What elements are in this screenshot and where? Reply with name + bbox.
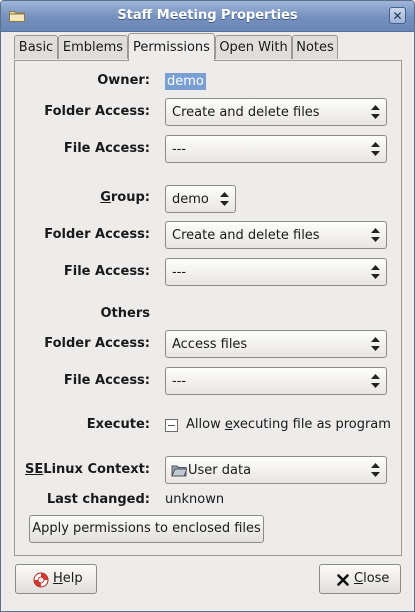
folder-icon [171, 465, 187, 477]
others-folder-access-select[interactable]: Access files [165, 330, 387, 358]
owner-folder-access-label: Folder Access: [44, 104, 150, 119]
lifebuoy-icon [33, 572, 49, 588]
text-pre: Allow [186, 417, 225, 432]
others-heading: Others [100, 306, 151, 321]
owner-file-access-label: File Access: [63, 141, 150, 156]
tab-label: Emblems [62, 40, 124, 55]
button-label: Apply permissions to enclosed files [32, 521, 261, 536]
combo-value: demo [172, 192, 209, 207]
last-changed-value: unknown [165, 492, 225, 507]
label-rest: lose [363, 571, 390, 586]
owner-file-access-select[interactable]: --- [165, 135, 387, 163]
execute-checkbox[interactable] [165, 419, 178, 432]
combo-value: --- [172, 374, 187, 389]
close-button-label: Close [354, 571, 389, 586]
owner-folder-access-select[interactable]: Create and delete files [165, 98, 387, 126]
window-title: Staff Meeting Properties [117, 8, 298, 23]
combo-value: Create and delete files [172, 105, 320, 120]
label-rest: elp [62, 571, 83, 586]
help-button[interactable]: Help [15, 564, 97, 594]
selinux-context-select[interactable]: User data [165, 456, 387, 484]
combo-value: Create and delete files [172, 228, 320, 243]
updown-arrows-icon [371, 265, 380, 279]
close-x-icon [337, 574, 349, 586]
help-button-label: Help [53, 571, 83, 586]
mnemonic: G [100, 190, 111, 205]
others-file-access-label: File Access: [63, 373, 150, 388]
updown-arrows-icon [371, 463, 380, 477]
execute-label: Execute: [86, 417, 150, 432]
others-folder-access-label: Folder Access: [44, 336, 150, 351]
tab-label: Permissions [133, 40, 210, 55]
window-close-button[interactable]: ✕ [389, 7, 406, 24]
combo-value: Access files [172, 337, 248, 352]
updown-arrows-icon [220, 192, 229, 206]
group-folder-access-select[interactable]: Create and delete files [165, 221, 387, 249]
close-button[interactable]: Close [319, 564, 401, 594]
combo-value: User data [188, 463, 252, 478]
label-rest: Linux Context: [43, 462, 150, 477]
updown-arrows-icon [371, 105, 380, 119]
updown-arrows-icon [371, 374, 380, 388]
properties-dialog: Staff Meeting Properties ✕ Basic Emblems… [0, 0, 415, 612]
owner-value[interactable]: demo [165, 73, 206, 90]
label-rest: roup: [110, 190, 150, 205]
tab-label: Basic [18, 40, 54, 55]
last-changed-label: Last changed: [46, 492, 150, 507]
tab-open-with[interactable]: Open With [215, 35, 292, 59]
group-file-access-label: File Access: [63, 264, 150, 279]
mnemonic: SE [25, 462, 44, 477]
group-select[interactable]: demo [165, 185, 236, 213]
execute-checkbox-label[interactable]: Allow executing file as program [186, 417, 391, 432]
owner-label: Owner: [97, 73, 150, 88]
updown-arrows-icon [371, 142, 380, 156]
tab-permissions[interactable]: Permissions [128, 33, 215, 61]
group-file-access-select[interactable]: --- [165, 258, 387, 286]
mnemonic: e [224, 417, 233, 432]
tab-emblems[interactable]: Emblems [58, 35, 128, 59]
tab-label: Notes [296, 40, 334, 55]
tab-label: Open With [219, 40, 288, 55]
text-post: xecuting file as program [232, 417, 391, 432]
updown-arrows-icon [371, 228, 380, 242]
others-file-access-select[interactable]: --- [165, 367, 387, 395]
tab-notes[interactable]: Notes [292, 35, 338, 59]
selinux-context-label: SELinux Context: [25, 462, 150, 477]
group-label: Group: [100, 190, 150, 205]
tab-basic[interactable]: Basic [14, 35, 58, 59]
combo-value: --- [172, 142, 187, 157]
apply-permissions-button[interactable]: Apply permissions to enclosed files [29, 515, 264, 543]
title-bar[interactable]: Staff Meeting Properties ✕ [1, 1, 414, 32]
group-folder-access-label: Folder Access: [44, 227, 150, 242]
updown-arrows-icon [371, 337, 380, 351]
mnemonic: C [354, 571, 364, 586]
mnemonic: H [53, 571, 63, 586]
combo-value: --- [172, 265, 187, 280]
